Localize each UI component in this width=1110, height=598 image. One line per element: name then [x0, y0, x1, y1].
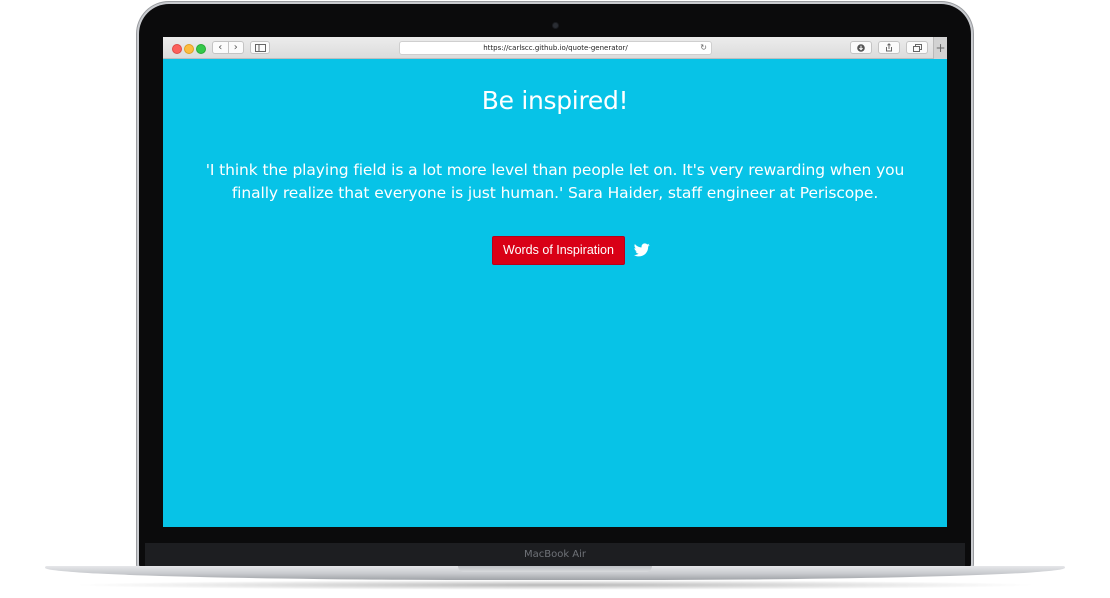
quote-text: 'I think the playing field is a lot more…	[205, 161, 905, 202]
reload-icon[interactable]: ↻	[700, 42, 707, 54]
tabs-icon[interactable]	[906, 41, 928, 54]
device-brand-label: MacBook Air	[523, 549, 587, 560]
close-window-button[interactable]	[172, 44, 182, 54]
history-nav: ‹ ›	[212, 41, 244, 54]
tabs-icon-graphic	[912, 43, 922, 52]
share-icon-graphic	[886, 43, 892, 52]
twitter-icon[interactable]	[633, 243, 650, 257]
zoom-window-button[interactable]	[196, 44, 206, 54]
address-bar[interactable]: https://carlscc.github.io/quote-generato…	[399, 41, 712, 55]
share-icon[interactable]	[878, 41, 900, 54]
browser-window: ‹ › https://carlscc.github.io/quote-gene…	[163, 37, 947, 527]
minimize-window-button[interactable]	[184, 44, 194, 54]
webcam	[553, 23, 558, 28]
browser-toolbar: ‹ › https://carlscc.github.io/quote-gene…	[163, 37, 947, 59]
url-text: https://carlscc.github.io/quote-generato…	[483, 44, 628, 52]
sidebar-icon[interactable]	[250, 41, 270, 54]
chevron-left-icon[interactable]: ‹	[213, 42, 228, 53]
quote-page: Be inspired! 'I think the playing field …	[163, 59, 947, 527]
words-of-inspiration-button[interactable]: Words of Inspiration	[492, 235, 625, 265]
laptop-shadow	[70, 580, 1040, 590]
chevron-right-icon[interactable]: ›	[227, 42, 244, 53]
download-icon-graphic	[857, 43, 865, 52]
quote-actions: Words of Inspiration	[492, 235, 650, 265]
sidebar-icon-graphic	[254, 43, 266, 52]
laptop-opening-notch	[458, 566, 652, 572]
laptop-mockup: ‹ › https://carlscc.github.io/quote-gene…	[0, 0, 1110, 598]
download-icon[interactable]	[850, 41, 872, 54]
plus-icon[interactable]: +	[933, 37, 947, 59]
page-title: Be inspired!	[481, 86, 629, 115]
